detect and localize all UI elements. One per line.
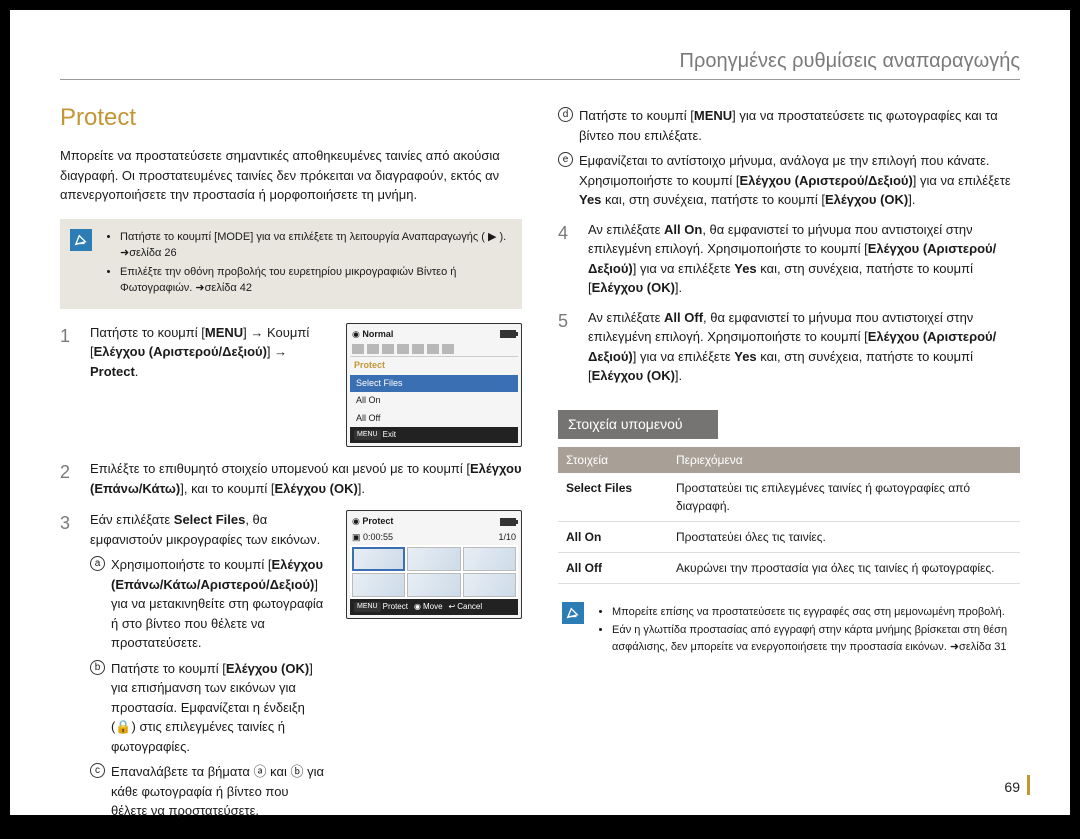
note-item: Εάν η γλωττίδα προστασίας από εγγραφή στ… [612,622,1014,655]
thumbnail [407,573,460,597]
step-number: 4 [558,220,576,298]
page-number: 69 [1004,779,1020,795]
step-number: 5 [558,308,576,386]
note-item: Επιλέξτε την οθόνη προβολής του ευρετηρί… [120,264,512,297]
substep-c: c Επαναλάβετε τα βήματα ⓐ και ⓑ για κάθε… [90,762,326,821]
section-title: Protect [60,100,522,136]
note-box-bottom: Μπορείτε επίσης να προστατεύσετε τις εγγ… [558,598,1020,664]
circle-label-c: c [90,763,105,778]
menu-item-all-off: All Off [350,410,518,428]
circle-label-e: e [558,152,573,167]
battery-icon [500,518,516,526]
left-column: Protect Μπορείτε να προστατεύσετε σημαντ… [60,100,522,839]
substep-d: d Πατήστε το κουμπί [MENU] για να προστα… [558,106,1020,145]
circle-label-b: b [90,660,105,675]
submenu-heading: Στοιχεία υπομενού [558,410,718,439]
screenshot-grid: ◉ Protect ▣ 0:00:551/10 MENU Protect [346,510,522,827]
battery-icon [500,330,516,338]
page-header: Προηγμένες ρυθμίσεις αναπαραγωγής [60,50,1020,80]
menu-item-all-on: All On [350,392,518,410]
menu-protect-label: Protect [350,357,518,375]
note-icon [562,602,584,624]
two-column-layout: Protect Μπορείτε να προστατεύσετε σημαντ… [60,100,1020,839]
breadcrumb: Προηγμένες ρυθμίσεις αναπαραγωγής [680,50,1020,72]
note-item: Μπορείτε επίσης να προστατεύσετε τις εγγ… [612,604,1014,621]
thumbnail-grid [350,545,518,599]
step-3: 3 Εάν επιλέξατε Select Files, θα εμφανισ… [60,510,522,827]
thumbnail [352,573,405,597]
step-number: 3 [60,510,78,827]
right-column: d Πατήστε το κουμπί [MENU] για να προστα… [558,100,1020,839]
step-4: 4 Αν επιλέξατε All On, θα εμφανιστεί το … [558,220,1020,298]
page-number-accent [1027,775,1030,795]
manual-page: Προηγμένες ρυθμίσεις αναπαραγωγής Protec… [10,10,1070,815]
intro-paragraph: Μπορείτε να προστατεύσετε σημαντικές απο… [60,146,522,205]
substep-b: b Πατήστε το κουμπί [Ελέγχου (OK)] για ε… [90,659,326,757]
step-2: 2 Επιλέξτε το επιθυμητό στοιχείο υπομενο… [60,459,522,498]
table-header: Στοιχεία [558,447,668,473]
submenu-table: Στοιχεία Περιεχόμενα Select Files Προστα… [558,447,1020,584]
step-5: 5 Αν επιλέξατε All Off, θα εμφανιστεί το… [558,308,1020,386]
note-box-top: Πατήστε το κουμπί [MODE] για να επιλέξετ… [60,219,522,309]
step-body: Πατήστε το κουμπί [MENU] → Κουμπί [Ελέγχ… [90,323,326,448]
thumbnail [463,573,516,597]
substep-a: a Χρησιμοποιήστε το κουμπί [Ελέγχου (Επά… [90,555,326,653]
note-item: Πατήστε το κουμπί [MODE] για να επιλέξετ… [120,229,512,262]
thumbnail [407,547,460,571]
thumbnail [352,547,405,571]
step-body: Εάν επιλέξατε Select Files, θα εμφανιστο… [90,510,326,827]
substep-e: e Εμφανίζεται το αντίστοιχο μήνυμα, ανάλ… [558,151,1020,210]
menu-item-select-files: Select Files [350,375,518,393]
table-row: All On Προστατεύει όλες τις ταινίες. [558,521,1020,552]
circle-label-a: a [90,556,105,571]
circle-label-d: d [558,107,573,122]
step-body: Επιλέξτε το επιθυμητό στοιχείο υπομενού … [90,459,522,498]
step-number: 2 [60,459,78,498]
screenshot-menu: ◉ Normal Protect Select Files All On All… [346,323,522,448]
table-row: All Off Ακυρώνει την προστασία για όλες … [558,552,1020,583]
table-row: Select Files Προστατεύει τις επιλεγμένες… [558,473,1020,522]
step-1: 1 Πατήστε το κουμπί [MENU] → Κουμπί [Ελέ… [60,323,522,448]
note-icon [70,229,92,251]
thumbnail [463,547,516,571]
step-number: 1 [60,323,78,448]
table-header: Περιεχόμενα [668,447,1020,473]
